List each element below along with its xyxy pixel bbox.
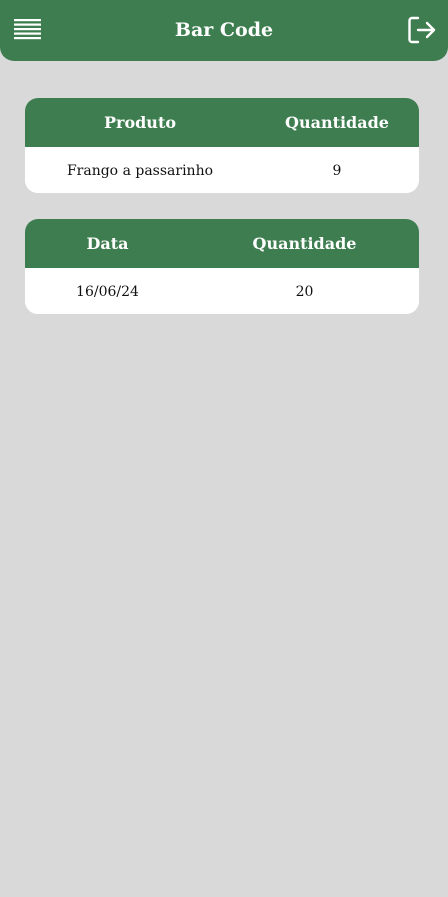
app-header: Bar Code <box>0 0 448 61</box>
column-header-quantidade: Quantidade <box>252 234 357 253</box>
date-cell: 16/06/24 <box>76 284 139 300</box>
logout-icon <box>408 16 436 44</box>
date-quantity-cell: 20 <box>295 284 314 300</box>
table-row[interactable]: Frango a passarinho 9 <box>25 147 419 193</box>
product-table: Produto Quantidade Frango a passarinho 9 <box>25 98 419 193</box>
date-table-header: Data Quantidade <box>25 219 419 268</box>
product-name-cell: Frango a passarinho <box>66 163 214 179</box>
table-row[interactable]: 16/06/24 20 <box>25 268 419 314</box>
column-header-data: Data <box>86 234 129 253</box>
date-table: Data Quantidade 16/06/24 20 <box>25 219 419 314</box>
column-header-quantidade: Quantidade <box>285 113 389 132</box>
column-header-produto: Produto <box>103 113 176 132</box>
product-quantity-cell: 9 <box>332 163 342 179</box>
logout-button[interactable] <box>407 15 437 45</box>
page-title: Bar Code <box>174 19 274 41</box>
product-table-header: Produto Quantidade <box>25 98 419 147</box>
